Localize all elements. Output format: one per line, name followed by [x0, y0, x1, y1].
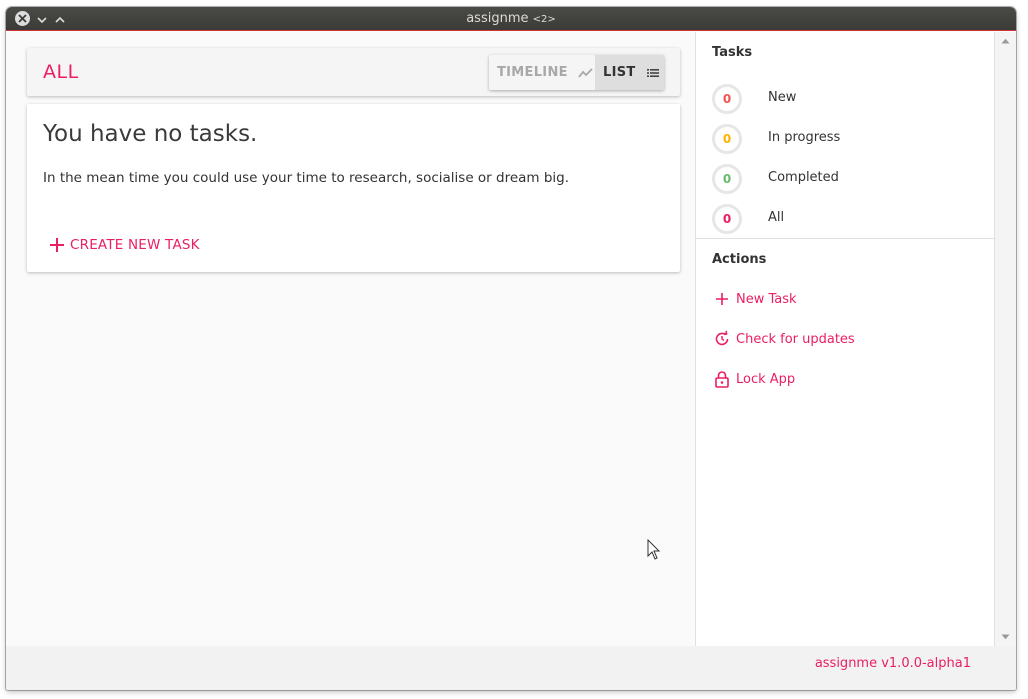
- lock-app-action[interactable]: Lock App: [712, 367, 795, 391]
- list-view-button[interactable]: LIST: [595, 55, 664, 90]
- titlebar: assignme <2>: [6, 7, 1016, 31]
- mouse-cursor-icon: [647, 538, 661, 565]
- stat-row-new[interactable]: 0 New: [712, 84, 982, 114]
- scroll-down-arrow-icon[interactable]: [1001, 634, 1010, 640]
- refresh-icon: [712, 329, 732, 349]
- status-footer: assignme v1.0.0-alpha1: [6, 646, 1016, 690]
- window-title: assignme <2>: [6, 11, 1016, 26]
- main-content: ALL TIMELINE LIST You have no tasks. In …: [10, 32, 695, 646]
- stat-row-in-progress[interactable]: 0 In progress: [712, 124, 982, 154]
- check-updates-action[interactable]: Check for updates: [712, 327, 855, 351]
- stat-label: Completed: [768, 170, 839, 185]
- timeline-label: TIMELINE: [497, 65, 568, 80]
- trending-icon: [578, 67, 594, 79]
- check-updates-label: Check for updates: [736, 331, 855, 347]
- empty-state-title: You have no tasks.: [43, 121, 258, 147]
- sidebar-scrollbar[interactable]: [995, 32, 1016, 646]
- actions-section-title: Actions: [712, 252, 767, 267]
- list-header: ALL TIMELINE LIST: [27, 48, 680, 96]
- count-badge: 0: [712, 124, 742, 154]
- sidebar: Tasks 0 New 0 In progress 0 Completed 0 …: [695, 32, 995, 646]
- window-title-suffix: <2>: [532, 14, 556, 25]
- timeline-view-button[interactable]: TIMELINE: [489, 55, 595, 90]
- plus-icon: [50, 238, 64, 252]
- lock-icon: [712, 369, 732, 389]
- version-label: assignme v1.0.0-alpha1: [814, 656, 971, 671]
- view-toggle: TIMELINE LIST: [489, 55, 664, 90]
- empty-state-message: In the mean time you could use your time…: [43, 170, 570, 186]
- list-icon: [646, 67, 660, 79]
- create-new-task-button[interactable]: CREATE NEW TASK: [49, 230, 200, 260]
- lock-app-label: Lock App: [736, 371, 796, 387]
- stat-row-completed[interactable]: 0 Completed: [712, 164, 982, 194]
- stat-label: New: [768, 90, 797, 105]
- stat-label: In progress: [768, 130, 841, 145]
- app-window: assignme <2> ALL TIMELINE LIST You have …: [6, 7, 1016, 690]
- plus-icon: [712, 289, 732, 309]
- list-label: LIST: [603, 65, 636, 80]
- new-task-action[interactable]: New Task: [712, 287, 797, 311]
- count-badge: 0: [712, 164, 742, 194]
- sidebar-divider: [696, 238, 994, 239]
- create-new-task-label: CREATE NEW TASK: [70, 237, 200, 253]
- window-title-name: assignme: [466, 11, 529, 26]
- stat-row-all[interactable]: 0 All: [712, 204, 982, 234]
- stat-label: All: [768, 210, 785, 225]
- count-badge: 0: [712, 204, 742, 234]
- tasks-section-title: Tasks: [712, 45, 753, 60]
- filter-title: ALL: [43, 61, 79, 83]
- count-badge: 0: [712, 84, 742, 114]
- new-task-label: New Task: [736, 291, 797, 307]
- scroll-up-arrow-icon[interactable]: [1001, 38, 1010, 44]
- empty-state-card: You have no tasks. In the mean time you …: [27, 104, 680, 272]
